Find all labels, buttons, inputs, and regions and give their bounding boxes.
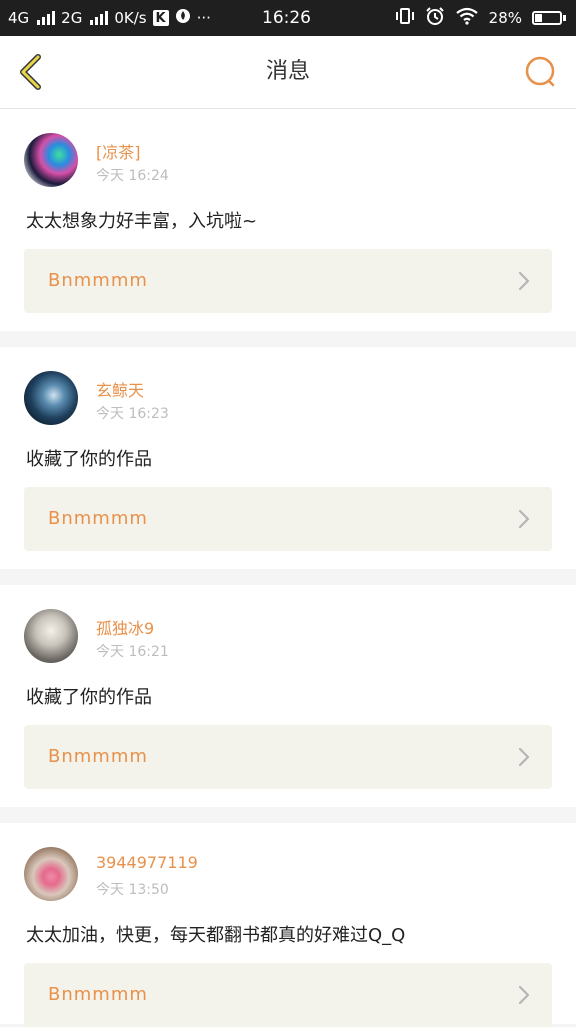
message-text: 收藏了你的作品 xyxy=(26,687,152,708)
avatar[interactable] xyxy=(24,371,78,425)
network-type-1: 4G xyxy=(8,9,30,27)
signal-icon xyxy=(90,11,109,25)
network-type-2: 2G xyxy=(61,9,83,27)
message-card: 孤独冰9 今天 16:21 收藏了你的作品 Bnmmmm xyxy=(0,585,576,807)
wifi-icon xyxy=(455,7,479,29)
search-button[interactable] xyxy=(520,52,560,92)
more-notifications: ··· xyxy=(196,9,211,27)
status-bar: 4G 2G 0K/s K ··· 16:26 28% xyxy=(0,0,576,36)
app-notification-icon xyxy=(175,8,191,28)
work-link[interactable]: Bnmmmm xyxy=(24,487,552,551)
signal-icon xyxy=(37,11,56,25)
work-title: Bnmmmm xyxy=(48,508,148,529)
user-name[interactable]: 3944977119 xyxy=(96,853,198,872)
chevron-right-icon xyxy=(518,509,530,529)
avatar[interactable] xyxy=(24,133,78,187)
message-card: 玄鲸天 今天 16:23 收藏了你的作品 Bnmmmm xyxy=(0,347,576,569)
work-link[interactable]: Bnmmmm xyxy=(24,725,552,789)
work-title: Bnmmmm xyxy=(48,270,148,291)
message-time: 今天 16:23 xyxy=(96,406,169,422)
chevron-right-icon xyxy=(518,271,530,291)
message-card: 3944977119 今天 13:50 太太加油，快更，每天都翻书都真的好难过Q… xyxy=(0,823,576,1027)
battery-icon xyxy=(532,11,566,25)
status-right: 28% xyxy=(395,0,566,36)
message-text: 收藏了你的作品 xyxy=(26,449,152,470)
message-time: 今天 13:50 xyxy=(96,882,169,898)
message-time: 今天 16:24 xyxy=(96,168,169,184)
clock: 16:26 xyxy=(262,8,311,28)
message-text: 太太想象力好丰富，入坑啦~ xyxy=(26,211,258,232)
message-card: [凉茶] 今天 16:24 太太想象力好丰富，入坑啦~ Bnmmmm xyxy=(0,109,576,331)
avatar[interactable] xyxy=(24,609,78,663)
alarm-icon xyxy=(425,6,445,30)
work-link[interactable]: Bnmmmm xyxy=(24,249,552,313)
page-title: 消息 xyxy=(265,59,310,84)
battery-percent: 28% xyxy=(488,9,522,27)
k-app-icon: K xyxy=(152,10,169,26)
work-title: Bnmmmm xyxy=(48,984,148,1005)
status-left: 4G 2G 0K/s K ··· xyxy=(8,0,211,36)
vibrate-icon xyxy=(395,7,415,29)
app-header: 消息 xyxy=(0,36,576,109)
work-link[interactable]: Bnmmmm xyxy=(24,963,552,1027)
user-name[interactable]: 玄鲸天 xyxy=(96,377,144,401)
avatar[interactable] xyxy=(24,847,78,901)
message-time: 今天 16:21 xyxy=(96,644,169,660)
user-name[interactable]: 孤独冰9 xyxy=(96,615,154,639)
network-speed: 0K/s xyxy=(114,9,147,27)
message-text: 太太加油，快更，每天都翻书都真的好难过Q_Q xyxy=(26,925,406,946)
work-title: Bnmmmm xyxy=(48,746,148,767)
user-name[interactable]: [凉茶] xyxy=(96,139,141,163)
chevron-right-icon xyxy=(518,747,530,767)
search-icon xyxy=(525,56,555,87)
chevron-right-icon xyxy=(518,985,530,1005)
